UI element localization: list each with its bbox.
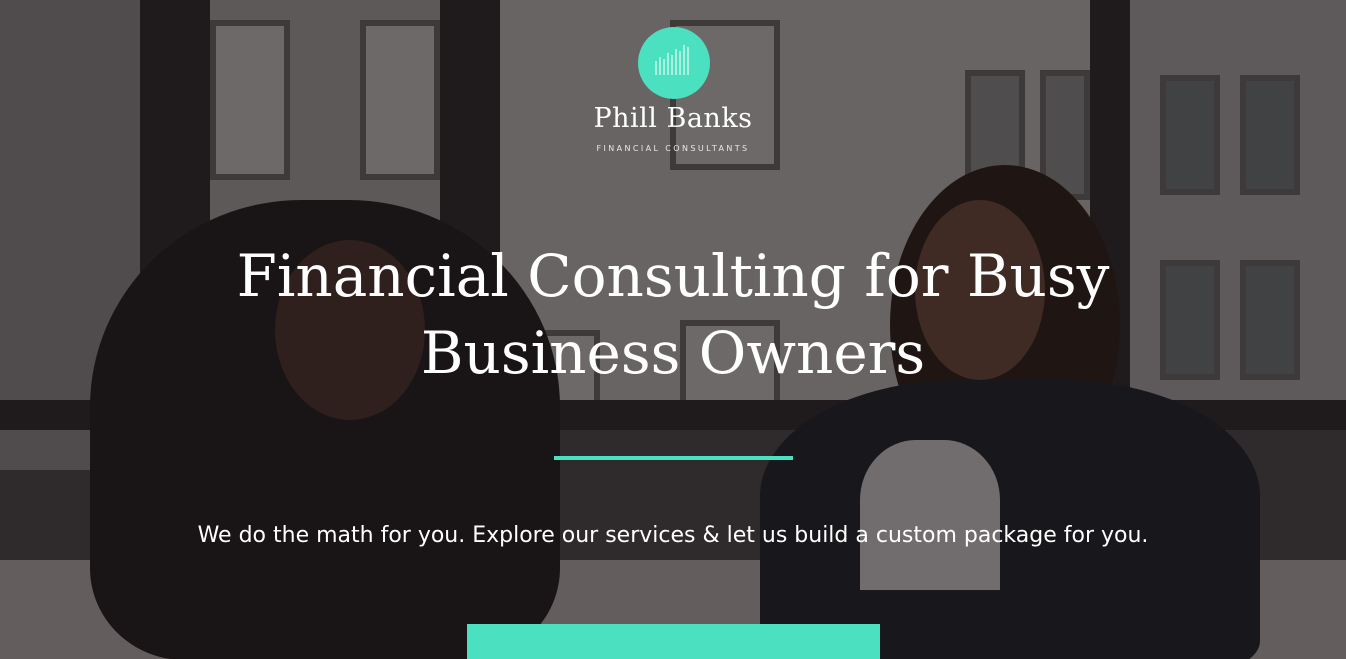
hero-content: Phill Banks FINANCIAL CONSULTANTS Financ…: [0, 0, 1346, 659]
hero-headline-line1: Financial Consulting for Busy: [236, 242, 1110, 310]
brand-name[interactable]: Phill Banks: [0, 103, 1346, 134]
hero-headline: Financial Consulting for Busy Business O…: [0, 238, 1346, 392]
bar-chart-icon: [655, 45, 689, 75]
brand-tagline: FINANCIAL CONSULTANTS: [596, 144, 750, 153]
cta-button[interactable]: [467, 624, 880, 659]
hero-headline-line2: Business Owners: [420, 319, 926, 387]
hero-subtext: We do the math for you. Explore our serv…: [197, 523, 1149, 548]
hero-section: Phill Banks FINANCIAL CONSULTANTS Financ…: [0, 0, 1346, 659]
accent-divider: [554, 456, 793, 460]
logo[interactable]: [638, 27, 710, 99]
